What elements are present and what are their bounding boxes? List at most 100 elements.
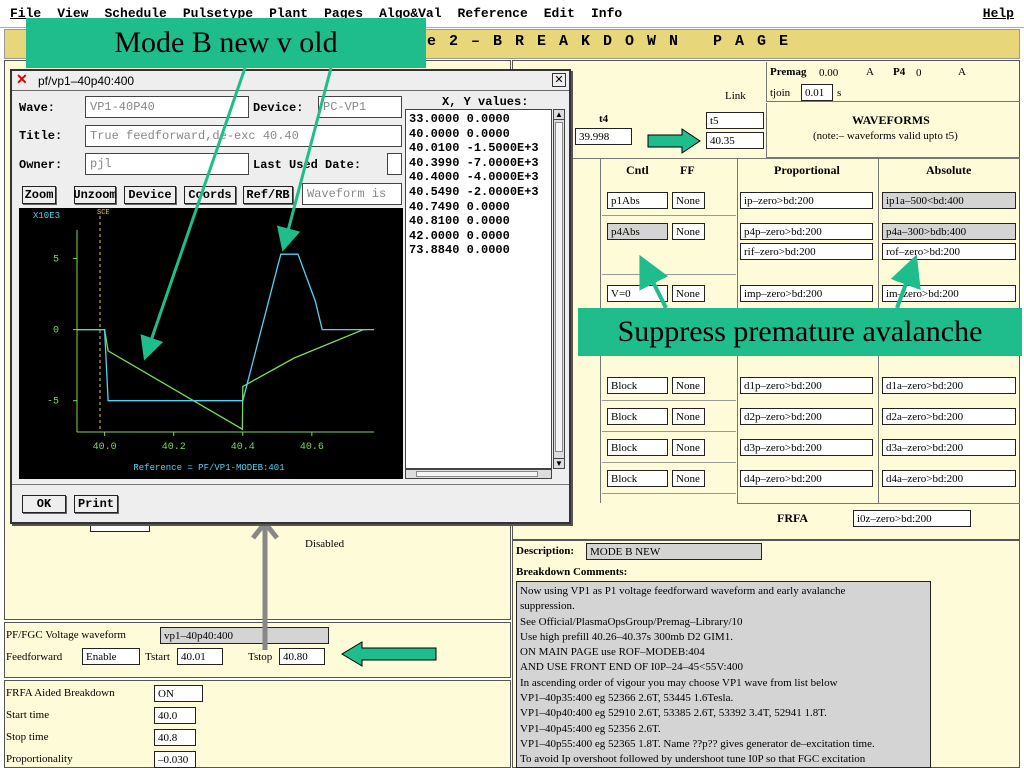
device-button[interactable]: Device <box>124 186 176 204</box>
comments-textarea[interactable]: Now using VP1 as P1 voltage feedforward … <box>516 581 931 768</box>
ff-field[interactable]: None <box>672 285 705 302</box>
menu-item-edit[interactable]: Edit <box>544 6 575 21</box>
tjoin-label: tjoin <box>770 87 791 99</box>
ff-field[interactable]: None <box>672 439 705 456</box>
tstop-arrow-icon <box>341 641 437 667</box>
comment-line: Now using VP1 as P1 voltage feedforward … <box>520 585 846 597</box>
waveform-is-field[interactable]: Waveform is <box>302 183 402 205</box>
cntl-field[interactable]: p4Abs <box>607 223 668 240</box>
col-ff: FF <box>680 163 695 177</box>
last-used-field[interactable] <box>387 153 402 175</box>
proportionality-field[interactable]: –0.030 <box>154 751 196 768</box>
xy-row: 40.3990 -7.0000E+3 <box>409 156 548 171</box>
tstart-field[interactable]: 40.01 <box>177 648 223 665</box>
dialog-close-icon[interactable]: ✕ <box>552 73 566 87</box>
menu-help[interactable]: Help <box>983 6 1014 21</box>
t5-time-field[interactable]: 40.35 <box>706 132 764 149</box>
proportional-field[interactable]: d1p–zero>bd:200 <box>740 377 873 394</box>
description-field[interactable]: MODE B NEW <box>586 543 762 560</box>
xy-vscroll-thumb[interactable] <box>555 122 563 452</box>
voltage-label: PF/FGC Voltage waveform <box>6 629 126 641</box>
ref-rb-button[interactable]: Ref/RB <box>243 186 293 204</box>
ff-field[interactable]: None <box>672 192 705 209</box>
xy-vscrollbar[interactable]: ▲ ▼ <box>553 109 565 469</box>
xy-gap <box>459 170 466 184</box>
proportional-field[interactable]: p4p–zero>bd:200 <box>740 223 873 240</box>
ff-field[interactable]: None <box>672 377 705 394</box>
proportional-field[interactable]: d3p–zero>bd:200 <box>740 439 873 456</box>
menu-item-reference[interactable]: Reference <box>458 6 528 21</box>
ff-field[interactable]: None <box>672 408 705 425</box>
ff-field[interactable]: None <box>672 223 705 240</box>
xy-x: 40.3990 <box>409 155 460 170</box>
suppress-callout-text: Suppress premature avalanche <box>617 315 983 348</box>
stop-time-field[interactable]: 40.8 <box>154 729 196 746</box>
frfa-aided-label: FRFA Aided Breakdown <box>6 687 115 699</box>
p4-field[interactable]: 0 <box>913 65 953 82</box>
proportional-field[interactable]: ip–zero>bd:200 <box>740 192 873 209</box>
comment-line: VP1–40p35:400 eg 52366 2.6T, 53445 1.6Te… <box>520 692 734 705</box>
xy-hscrollbar[interactable] <box>405 469 552 479</box>
tstart-label: Tstart <box>145 651 170 663</box>
ff-field[interactable]: None <box>672 470 705 487</box>
xy-gap <box>459 112 466 126</box>
waveform-dialog: ✕ pf/vp1–40p40:400 ✕ Wave: VP1-40P40 Dev… <box>10 69 571 524</box>
unzoom-button[interactable]: Unzoom <box>73 186 117 204</box>
xy-gap <box>459 127 466 141</box>
wave-field[interactable]: VP1-40P40 <box>85 96 249 118</box>
device-field[interactable]: PC-VP1 <box>318 96 402 118</box>
start-time-field[interactable]: 40.0 <box>154 707 196 724</box>
absolute-field[interactable]: d4a–zero>bd:200 <box>882 470 1016 487</box>
absolute-field[interactable]: d1a–zero>bd:200 <box>882 377 1016 394</box>
cntl-field[interactable]: Block <box>607 408 668 425</box>
owner-field[interactable]: pjl <box>85 153 249 175</box>
xy-row: 40.7490 0.0000 <box>409 200 548 215</box>
x-tick-label: 40.4 <box>231 442 255 453</box>
tjoin-field[interactable]: 0.01 <box>801 84 833 101</box>
title-field[interactable]: True feedforward,de-exc 40.40 <box>85 125 402 147</box>
t5-field[interactable]: t5 <box>706 112 764 129</box>
zoom-button[interactable]: Zoom <box>22 186 56 204</box>
xy-gap <box>459 243 466 257</box>
voltage-field[interactable]: vp1–40p40:400 <box>160 627 329 644</box>
cntl-field[interactable]: p1Abs <box>607 192 668 209</box>
absolute-field[interactable]: d3a–zero>bd:200 <box>882 439 1016 456</box>
frfa-aided-field[interactable]: ON <box>154 685 203 702</box>
x-tick-label: 40.6 <box>300 442 324 453</box>
feedforward-field[interactable]: Enable <box>82 648 140 665</box>
mode-b-callout: Mode B new v old <box>26 18 426 68</box>
y-tick-label: 5 <box>53 254 59 265</box>
coords-button[interactable]: Coords <box>184 186 236 204</box>
absolute-field[interactable]: p4a–300>bdb:400 <box>882 223 1016 240</box>
ok-button[interactable]: OK <box>22 495 66 513</box>
cntl-field[interactable]: Block <box>607 439 668 456</box>
xy-x: 73.8840 <box>409 243 460 258</box>
absolute-field[interactable]: rof–zero>bd:200 <box>882 243 1016 260</box>
cntl-field[interactable]: Block <box>607 377 668 394</box>
xy-row: 73.8840 0.0000 <box>409 243 548 258</box>
cntl-field[interactable]: Block <box>607 470 668 487</box>
proportional-field[interactable]: d4p–zero>bd:200 <box>740 470 873 487</box>
x-tick-label: 40.0 <box>93 442 117 453</box>
absolute-field[interactable]: ip1a–500<bd:400 <box>882 192 1016 209</box>
frfa-field[interactable]: i0z–zero>bd:200 <box>853 510 971 527</box>
xy-list[interactable]: 33.0000 0.0000 40.0000 0.0000 40.0100 -1.5… <box>405 109 552 469</box>
premag-field[interactable]: 0.00 <box>816 65 864 82</box>
proportional-field[interactable]: rif–zero>bd:200 <box>740 243 873 260</box>
xy-header: X, Y values: <box>442 95 529 109</box>
comment-line: Use high prefill 40.26–40.37s 300mb D2 G… <box>520 630 733 643</box>
t4-field[interactable]: 39.998 <box>575 128 632 145</box>
comment-line: VP1–40p45:400 eg 52356 2.6T. <box>520 722 661 735</box>
xy-hscroll-thumb[interactable] <box>416 471 538 477</box>
proportional-field[interactable]: imp–zero>bd:200 <box>740 285 873 302</box>
waveform-plot[interactable]: 5 0 -5 40.0 40.2 40.4 40.6 X10E3 SCE Reference = … <box>19 208 403 479</box>
print-button[interactable]: Print <box>74 495 118 513</box>
tstop-field[interactable]: 40.80 <box>279 648 325 665</box>
xy-y: -2.0000E+3 <box>466 184 539 199</box>
menu-item-info[interactable]: Info <box>591 6 622 21</box>
absolute-field[interactable]: d2a–zero>bd:200 <box>882 408 1016 425</box>
cntl-field[interactable]: V=0 <box>607 285 668 302</box>
xy-x: 40.0100 <box>409 141 460 156</box>
proportional-field[interactable]: d2p–zero>bd:200 <box>740 408 873 425</box>
absolute-field[interactable]: im–zero>bd:200 <box>882 285 1016 302</box>
